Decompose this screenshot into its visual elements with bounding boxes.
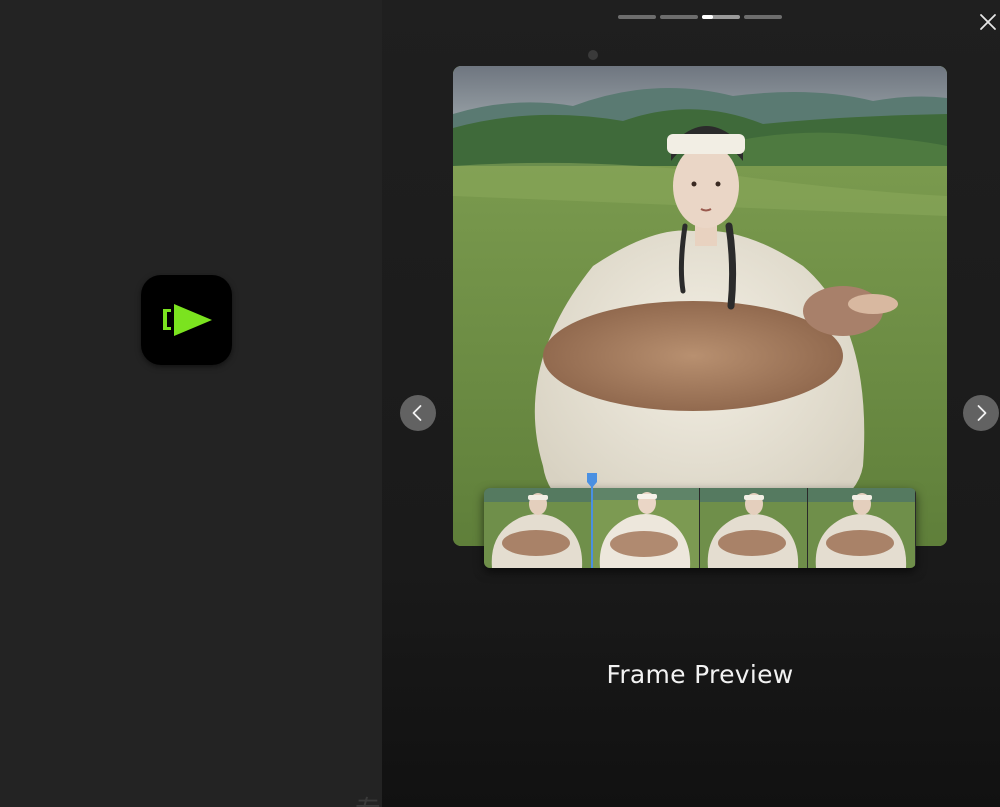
pager-dash-active[interactable] — [702, 15, 740, 19]
frame-thumbnail[interactable] — [808, 488, 915, 568]
app-logo — [141, 275, 232, 365]
pager-dash[interactable] — [618, 15, 656, 19]
left-panel — [0, 0, 382, 807]
onboarding-screen: 专业剪辑 — [0, 0, 1000, 807]
feature-carousel: Frame Preview — [382, 0, 1000, 807]
pager-dash[interactable] — [744, 15, 782, 19]
pager-dash[interactable] — [660, 15, 698, 19]
close-icon — [980, 14, 996, 30]
chevron-left-icon — [412, 405, 422, 421]
pager-active-dot — [702, 15, 713, 19]
preview-illustration — [453, 66, 947, 546]
pager-indicator — [618, 15, 788, 21]
play-logo-icon — [163, 304, 212, 336]
feature-title: Frame Preview — [606, 660, 794, 689]
frame-thumbnail[interactable] — [592, 488, 699, 568]
camera-dot — [588, 50, 598, 60]
chevron-right-icon — [977, 405, 987, 421]
frame-strip[interactable] — [484, 488, 916, 568]
close-button[interactable] — [978, 12, 998, 32]
frame-thumbnail[interactable] — [700, 488, 807, 568]
playhead-marker[interactable] — [586, 472, 598, 568]
frame-thumbnail[interactable] — [484, 488, 591, 568]
preview-image — [453, 66, 947, 546]
next-slide-button[interactable] — [963, 395, 999, 431]
previous-slide-button[interactable] — [400, 395, 436, 431]
